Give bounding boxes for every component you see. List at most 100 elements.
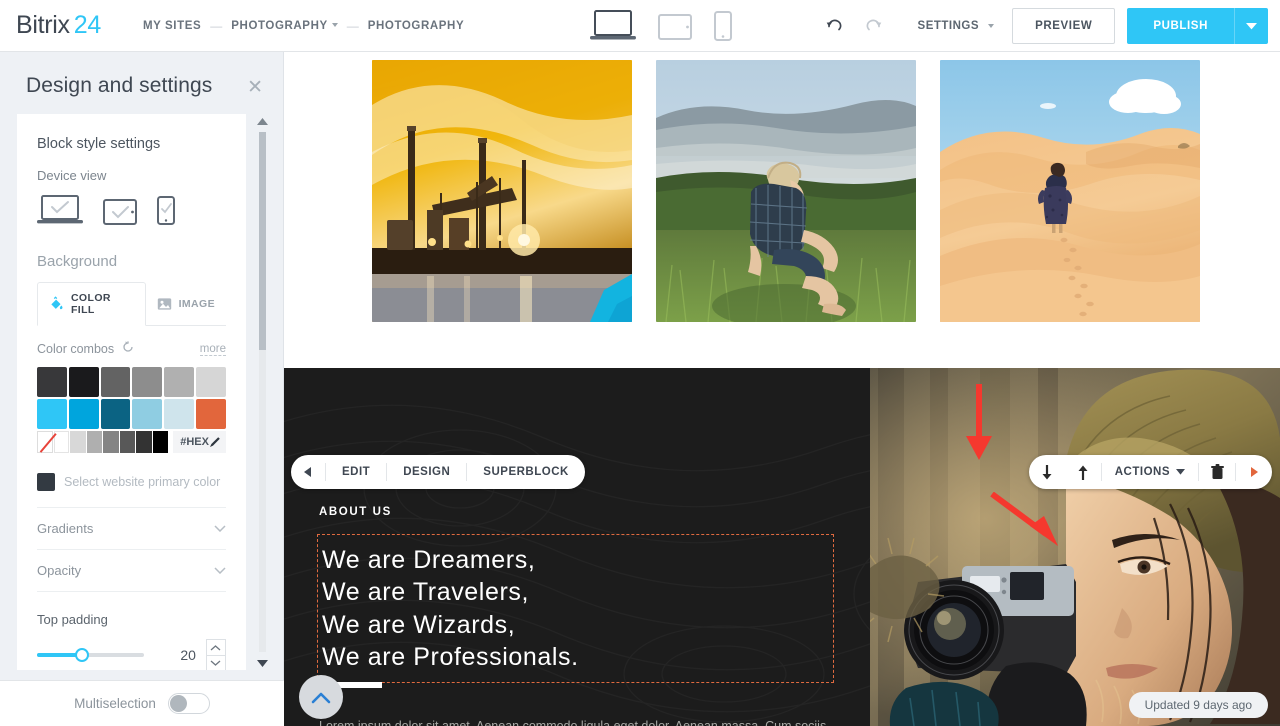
tab-image[interactable]: IMAGE bbox=[146, 282, 226, 325]
top-header: Bitrix 24 MY SITES — PHOTOGRAPHY — PHOTOG… bbox=[0, 0, 1280, 52]
gallery-block[interactable] bbox=[284, 52, 1280, 368]
slider-handle[interactable] bbox=[75, 648, 89, 663]
stepper-decrement-button[interactable] bbox=[206, 655, 225, 670]
color-swatch[interactable] bbox=[100, 399, 131, 430]
primary-color-swatch[interactable] bbox=[37, 473, 55, 492]
next-block-button[interactable] bbox=[1236, 455, 1272, 489]
tablet-view-button[interactable] bbox=[658, 13, 692, 46]
color-swatch[interactable] bbox=[164, 367, 195, 398]
color-swatch[interactable] bbox=[100, 367, 131, 398]
scrollbar-up-arrow[interactable] bbox=[256, 114, 269, 128]
panel-tablet-view-button[interactable] bbox=[103, 198, 137, 231]
color-swatch[interactable] bbox=[132, 399, 163, 430]
hero-body-text[interactable]: Lorem ipsum dolor sit amet, Aenean commo… bbox=[319, 716, 864, 726]
color-swatch[interactable] bbox=[164, 399, 195, 430]
color-swatch[interactable] bbox=[86, 431, 103, 454]
color-combos-header: Color combos more bbox=[37, 340, 226, 358]
desktop-view-button[interactable] bbox=[590, 9, 636, 46]
gradients-label: Gradients bbox=[37, 521, 94, 537]
settings-menu-button[interactable]: SETTINGS bbox=[918, 20, 995, 32]
panel-desktop-view-button[interactable] bbox=[37, 195, 83, 231]
color-swatch[interactable] bbox=[196, 367, 226, 398]
tab-label: EDIT bbox=[342, 466, 371, 478]
breadcrumb-label: MY SITES bbox=[142, 19, 202, 32]
chevron-up-icon bbox=[211, 644, 221, 651]
logo-main: Bitrix bbox=[16, 11, 70, 39]
block-tab-design[interactable]: DESIGN bbox=[387, 455, 466, 489]
breadcrumb-photography-current[interactable]: PHOTOGRAPHY bbox=[368, 20, 464, 32]
block-tab-superblock[interactable]: SUPERBLOCK bbox=[467, 455, 585, 489]
chevron-up-icon bbox=[311, 692, 331, 703]
color-swatch[interactable] bbox=[119, 431, 136, 454]
color-swatch[interactable] bbox=[53, 431, 70, 454]
photo-desert-dunes[interactable] bbox=[940, 60, 1200, 322]
photo-woman-with-camera[interactable] bbox=[870, 368, 1280, 726]
paint-bucket-icon bbox=[51, 296, 63, 310]
tab-color-fill[interactable]: COLOR FILL bbox=[37, 282, 146, 327]
previous-block-button[interactable] bbox=[291, 455, 325, 489]
move-block-up-button[interactable] bbox=[1065, 455, 1101, 489]
publish-button[interactable]: PUBLISH bbox=[1127, 8, 1234, 44]
logo[interactable]: Bitrix 24 bbox=[16, 11, 101, 40]
scrollbar-down-arrow[interactable] bbox=[256, 656, 269, 670]
color-swatch[interactable] bbox=[37, 367, 67, 398]
hero-line: We are Dreamers, bbox=[322, 546, 536, 574]
about-us-block[interactable]: EDIT DESIGN SUPERBLOCK ACTIONS ABOUT US … bbox=[284, 368, 1280, 726]
mobile-view-button[interactable] bbox=[714, 11, 732, 46]
top-padding-stepper bbox=[205, 639, 226, 670]
hero-line: We are Travelers, bbox=[322, 578, 530, 607]
color-swatch[interactable] bbox=[68, 367, 99, 398]
about-us-eyebrow: ABOUT US bbox=[319, 506, 392, 518]
hero-line: We are Professionals. bbox=[322, 642, 579, 671]
gradients-accordion[interactable]: Gradients bbox=[37, 508, 226, 551]
top-padding-slider[interactable] bbox=[37, 648, 144, 663]
publish-group: PUBLISH bbox=[1127, 8, 1268, 44]
tab-label: IMAGE bbox=[178, 297, 215, 310]
scroll-to-top-button[interactable] bbox=[299, 675, 343, 719]
multiselection-row: Multiselection bbox=[0, 680, 284, 726]
photo-industrial-sunset[interactable] bbox=[372, 60, 632, 322]
breadcrumb-label: PHOTOGRAPHY bbox=[367, 19, 465, 32]
preview-button[interactable]: PREVIEW bbox=[1012, 8, 1116, 44]
website-primary-color-row[interactable]: Select website primary color bbox=[37, 473, 226, 509]
scrollbar-thumb[interactable] bbox=[259, 132, 266, 350]
panel-mobile-view-button[interactable] bbox=[157, 196, 175, 231]
top-padding-control: 20 bbox=[37, 639, 226, 670]
color-swatch[interactable] bbox=[37, 399, 67, 430]
color-swatch[interactable] bbox=[103, 431, 119, 454]
breadcrumb-my-sites[interactable]: MY SITES bbox=[143, 20, 201, 32]
top-padding-value[interactable]: 20 bbox=[144, 647, 196, 663]
triangle-up-icon bbox=[257, 117, 268, 125]
multiselection-toggle[interactable] bbox=[167, 693, 210, 714]
color-swatch[interactable] bbox=[132, 367, 163, 398]
more-link[interactable]: more bbox=[199, 343, 226, 356]
breadcrumb-separator: — bbox=[210, 18, 223, 33]
color-swatch[interactable] bbox=[136, 431, 152, 454]
move-block-down-button[interactable] bbox=[1029, 455, 1065, 489]
publish-dropdown-button[interactable] bbox=[1234, 8, 1268, 44]
undo-button[interactable] bbox=[816, 7, 854, 45]
block-tab-edit[interactable]: EDIT bbox=[326, 455, 386, 489]
actions-menu-button[interactable]: ACTIONS bbox=[1102, 455, 1198, 489]
color-swatch[interactable] bbox=[68, 399, 99, 430]
opacity-label: Opacity bbox=[37, 563, 82, 579]
hero-headline-selected[interactable]: We are Dreamers, We are Travelers, We ar… bbox=[317, 534, 834, 683]
top-padding-label: Top padding bbox=[37, 612, 108, 628]
breadcrumb-photography-menu[interactable]: PHOTOGRAPHY bbox=[231, 20, 338, 32]
close-icon[interactable]: ✕ bbox=[247, 78, 263, 97]
delete-block-button[interactable] bbox=[1199, 455, 1235, 489]
no-color-swatch[interactable] bbox=[37, 431, 53, 454]
color-swatch[interactable] bbox=[70, 431, 86, 454]
color-swatch[interactable] bbox=[196, 399, 226, 430]
hex-input-field[interactable]: #HEX bbox=[173, 431, 226, 454]
block-toolbar: EDIT DESIGN SUPERBLOCK bbox=[291, 455, 585, 489]
color-swatch[interactable] bbox=[152, 431, 169, 454]
reset-icon[interactable] bbox=[122, 340, 134, 358]
preview-label: PREVIEW bbox=[1035, 20, 1093, 32]
updated-status-badge: Updated 9 days ago bbox=[1128, 692, 1268, 718]
redo-button[interactable] bbox=[854, 7, 892, 45]
opacity-accordion[interactable]: Opacity bbox=[37, 550, 226, 593]
stepper-increment-button[interactable] bbox=[207, 640, 225, 655]
photo-woman-hillside[interactable] bbox=[656, 60, 916, 322]
panel-scrollbar[interactable] bbox=[256, 114, 269, 670]
